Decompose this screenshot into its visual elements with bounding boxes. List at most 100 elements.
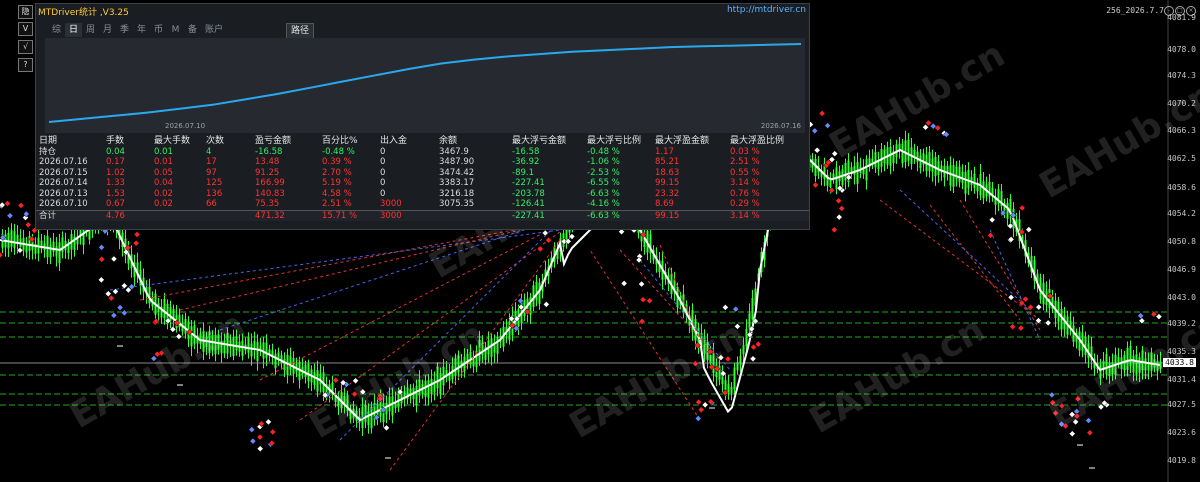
table-cell: 3000: [380, 210, 402, 221]
tab-2[interactable]: 周: [82, 23, 99, 37]
tab-6[interactable]: 币: [150, 23, 167, 37]
tab-1[interactable]: 日: [65, 23, 82, 37]
trade-marker: [98, 255, 106, 263]
table-cell: 2.70 %: [322, 167, 352, 178]
table-cell: 0.04: [154, 178, 173, 188]
table-cell: 0.67: [106, 199, 125, 209]
trade-marker: [646, 297, 653, 305]
table-cell: 3487.90: [439, 157, 475, 167]
table-cell: 3467.9: [439, 146, 469, 157]
tab-8[interactable]: 备: [184, 23, 201, 37]
trade-marker: [116, 304, 124, 311]
trade-marker: [732, 305, 740, 313]
trade-marker: [1044, 319, 1052, 327]
candle-body: [496, 337, 499, 354]
tab-3[interactable]: 月: [99, 23, 116, 37]
trade-marker: [695, 398, 702, 406]
candle-body: [250, 343, 253, 357]
price-axis-label: 4043.0: [1167, 293, 1196, 302]
table-row: 2026.07.13 1.53 0.02 136 140.83 4.58 % 0 3216.1…: [36, 189, 809, 200]
trade-marker: [1022, 295, 1029, 303]
candle-body: [964, 171, 967, 194]
table-cell: 13.48: [255, 157, 280, 167]
trade-marker: [1137, 312, 1145, 320]
table-cell: 66: [206, 199, 217, 209]
table-cell: 3075.35: [439, 199, 475, 209]
tab-5[interactable]: 年: [133, 23, 150, 37]
candle-body: [874, 152, 877, 168]
table-cell: 1.17: [655, 146, 674, 157]
table-cell: -2.53 %: [587, 167, 620, 178]
trade-marker: [638, 280, 645, 288]
table-row: 持仓 0.04 0.01 4 -16.58 -0.48 % 0 3467.9 -16.58 -0.…: [36, 147, 809, 158]
candle-body: [163, 298, 166, 319]
trade-marker: [1009, 323, 1016, 331]
table-row: 2026.07.16 0.17 0.01 17 13.48 0.39 % 0 3487.90 -…: [36, 157, 809, 168]
table-cell: 91.25: [255, 167, 280, 178]
table-total-row: 合计 4.76 471.32 15.71 % 3000 -227.41 -6.63 % 99.…: [36, 209, 809, 221]
table-cell: 持仓: [39, 146, 57, 157]
price-axis-label: 4050.8: [1167, 237, 1196, 246]
trade-marker: [987, 231, 994, 239]
tab-9[interactable]: 账户: [201, 23, 227, 37]
table-cell: 1.53: [106, 188, 125, 199]
table-cell: -36.92: [512, 157, 540, 167]
candle-body: [1006, 202, 1009, 219]
table-cell: -0.48 %: [322, 146, 355, 157]
table-cell: -89.1: [512, 167, 534, 178]
candle-body: [928, 152, 931, 171]
hide-button[interactable]: 隐: [18, 5, 33, 19]
trade-marker: [811, 127, 819, 135]
trade-marker: [830, 226, 838, 234]
trade-marker: [1025, 226, 1033, 233]
candle-body: [901, 143, 904, 164]
tab-0[interactable]: 综: [48, 23, 65, 37]
table-cell: 0.01: [154, 146, 173, 157]
table-cell: 99.15: [655, 178, 680, 188]
candle-body: [919, 155, 922, 169]
trade-marker: [545, 236, 552, 244]
table-cell: 99.15: [655, 210, 680, 221]
server-time-label: 256_2026.7.7: [1106, 6, 1164, 15]
candle-body: [889, 146, 892, 167]
table-cell: 0: [380, 178, 386, 188]
v-button[interactable]: V: [18, 22, 33, 36]
candle-body: [841, 169, 844, 186]
tab-7[interactable]: M: [167, 23, 184, 37]
trade-marker: [638, 318, 646, 325]
table-cell: 最大浮盈比例: [730, 136, 785, 146]
check-button[interactable]: √: [18, 40, 33, 54]
price-axis-label: 4019.8: [1167, 456, 1196, 465]
price-axis-label: 4031.4: [1167, 375, 1196, 384]
trade-marker: [818, 110, 826, 117]
tab-path[interactable]: 路径: [286, 23, 314, 39]
trade-marker: [97, 276, 105, 284]
stats-panel: MTDriver统计 ,V3.25 http://mtdriver.cn 综日周…: [35, 3, 810, 230]
table-cell: -1.06 %: [587, 157, 620, 167]
table-cell: 2026.07.10: [39, 199, 88, 209]
trade-marker: [536, 245, 544, 253]
trade-link-line: [989, 229, 1041, 341]
candle-body: [739, 355, 742, 365]
table-cell: 出入金: [380, 136, 408, 146]
help-button[interactable]: ?: [18, 58, 33, 72]
table-cell: 85.21: [655, 157, 680, 167]
tab-4[interactable]: 季: [116, 23, 133, 37]
candle-body: [916, 151, 919, 162]
table-cell: 0.55 %: [730, 167, 760, 178]
table-cell: 0.02: [154, 199, 173, 209]
table-cell: 5.19 %: [322, 178, 352, 188]
trade-marker: [722, 304, 729, 311]
candle-body: [289, 356, 292, 370]
candle-body: [730, 386, 733, 394]
candle-body: [52, 241, 55, 252]
table-cell: 3383.17: [439, 178, 475, 188]
table-cell: 2026.07.14: [39, 178, 88, 188]
table-cell: -6.63 %: [587, 210, 620, 221]
table-cell: -6.63 %: [587, 188, 620, 199]
trade-marker: [120, 309, 128, 317]
price-axis-label: 4027.5: [1167, 400, 1196, 409]
candle-body: [283, 359, 286, 371]
panel-url-link[interactable]: http://mtdriver.cn: [727, 5, 806, 15]
table-cell: 3000: [380, 199, 402, 209]
